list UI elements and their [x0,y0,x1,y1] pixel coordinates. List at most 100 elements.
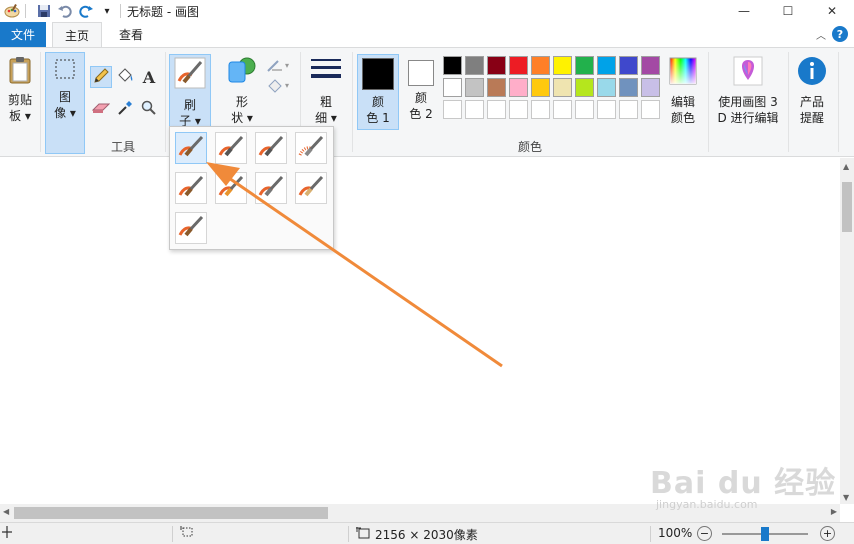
color2-swatch [408,60,434,86]
palette-swatch[interactable] [509,78,528,97]
undo-icon[interactable] [56,3,74,19]
ribbon: 剪贴 板 ▾ 图 像 ▾ A 工具 刷 子 ▾ 形 状 ▾ ▾ ▾ 粗 细 ▾ … [0,47,854,157]
text-tool[interactable]: A [138,66,160,88]
zoom-in-icon: + [822,527,833,540]
outline-button[interactable]: ▾ [266,58,292,76]
product-alert-button[interactable]: 产品 提醒 [794,56,830,126]
fill-tool[interactable] [114,66,136,88]
maximize-button[interactable]: ☐ [766,0,810,22]
palette-swatch[interactable] [487,78,506,97]
brush-option-natural-pencil[interactable] [295,172,327,204]
palette-custom-slot[interactable] [641,100,660,119]
ribbon-tab-row: 文件 主页 查看 ︿ ? [0,22,854,47]
zoom-out-button[interactable]: − [697,526,712,541]
palette-custom-slot[interactable] [531,100,550,119]
color-picker-tool[interactable] [114,98,136,120]
brush-option-calligraphy-brush-2[interactable] [255,132,287,164]
brush-option-airbrush[interactable] [295,132,327,164]
brush-option-crayon[interactable] [215,172,247,204]
magnifier-tool[interactable] [138,98,160,120]
color1-button[interactable]: 颜 色 1 [357,54,399,130]
svg-text:▾: ▾ [285,81,289,90]
palette-custom-slot[interactable] [597,100,616,119]
clipboard-button[interactable]: 剪贴 板 ▾ [4,56,36,124]
outline-icon: ▾ [266,60,292,77]
palette-custom-slot[interactable] [553,100,572,119]
tab-home[interactable]: 主页 [52,22,102,47]
size-label-1: 粗 [319,95,332,109]
canvas[interactable] [0,158,840,504]
palette-swatch[interactable] [509,56,528,75]
palette-swatch[interactable] [619,78,638,97]
collapse-ribbon-icon[interactable]: ︿ [816,27,826,42]
palette-swatch[interactable] [553,56,572,75]
palette-custom-slot[interactable] [487,100,506,119]
status-separator [172,526,173,542]
horizontal-scroll-thumb[interactable] [14,507,328,519]
save-icon[interactable] [35,3,53,19]
scroll-up-icon[interactable]: ▲ [843,162,849,171]
text-icon: A [142,67,156,87]
palette-custom-slot[interactable] [443,100,462,119]
edit-colors-button[interactable]: 编辑 颜色 [666,56,700,126]
scroll-right-icon[interactable]: ▶ [831,507,837,516]
svg-text:▾: ▾ [285,61,289,70]
palette-swatch[interactable] [531,56,550,75]
pencil-tool[interactable] [90,66,112,88]
palette-swatch[interactable] [443,56,462,75]
brush-option-oil-brush[interactable] [175,172,207,204]
palette-swatch[interactable] [487,56,506,75]
brush-option-brush[interactable] [175,132,207,164]
eraser-tool-btn[interactable] [90,98,112,120]
palette-custom-slot[interactable] [575,100,594,119]
brush-option-watercolor-brush[interactable] [175,212,207,244]
palette-swatch[interactable] [443,78,462,97]
fill-button[interactable]: ▾ [266,78,292,96]
paint-app-icon[interactable] [3,3,21,19]
palette-custom-slot[interactable] [465,100,484,119]
qat-separator-2 [120,4,121,18]
brushes-button[interactable]: 刷 子 ▾ [169,54,211,128]
palette-swatch[interactable] [597,56,616,75]
color2-button[interactable]: 颜 色 2 [402,56,440,122]
palette-swatch[interactable] [641,56,660,75]
vertical-scrollbar[interactable]: ▲ ▼ [840,158,854,504]
quick-access-toolbar: ▾ [0,0,127,22]
scroll-down-icon[interactable]: ▼ [843,493,849,502]
info-icon [797,56,827,90]
marker-icon [257,173,285,204]
image-button[interactable]: 图 像 ▾ [45,52,85,154]
size-button[interactable]: 粗 细 ▾ [306,56,346,126]
qat-customize-button[interactable]: ▾ [98,3,116,19]
palette-swatch[interactable] [531,78,550,97]
paint-bucket-icon [116,67,134,87]
redo-icon[interactable] [77,3,95,19]
palette-swatch[interactable] [553,78,572,97]
zoom-in-button[interactable]: + [820,526,835,541]
zoom-slider-thumb[interactable] [761,527,769,541]
palette-swatch[interactable] [575,78,594,97]
minimize-button[interactable]: — [722,0,766,22]
paint3d-button[interactable]: 使用画图 3 D 进行编辑 [714,56,782,126]
help-icon[interactable]: ? [832,26,848,42]
status-separator [650,526,651,542]
tab-view[interactable]: 查看 [106,22,156,47]
palette-swatch[interactable] [465,78,484,97]
tab-file[interactable]: 文件 [0,22,46,47]
clipboard-label-2: 板 ▾ [9,109,31,123]
palette-swatch[interactable] [465,56,484,75]
palette-swatch[interactable] [575,56,594,75]
brush-option-marker[interactable] [255,172,287,204]
close-button[interactable]: ✕ [810,0,854,22]
palette-swatch[interactable] [597,78,616,97]
palette-custom-slot[interactable] [619,100,638,119]
palette-swatch[interactable] [619,56,638,75]
palette-custom-slot[interactable] [509,100,528,119]
magnifier-icon [141,100,157,119]
brush-icon [177,133,205,164]
brush-option-calligraphy-brush-1[interactable] [215,132,247,164]
scroll-left-icon[interactable]: ◀ [3,507,9,516]
shapes-button[interactable]: 形 状 ▾ [224,56,260,126]
vertical-scroll-thumb[interactable] [842,182,852,232]
palette-swatch[interactable] [641,78,660,97]
